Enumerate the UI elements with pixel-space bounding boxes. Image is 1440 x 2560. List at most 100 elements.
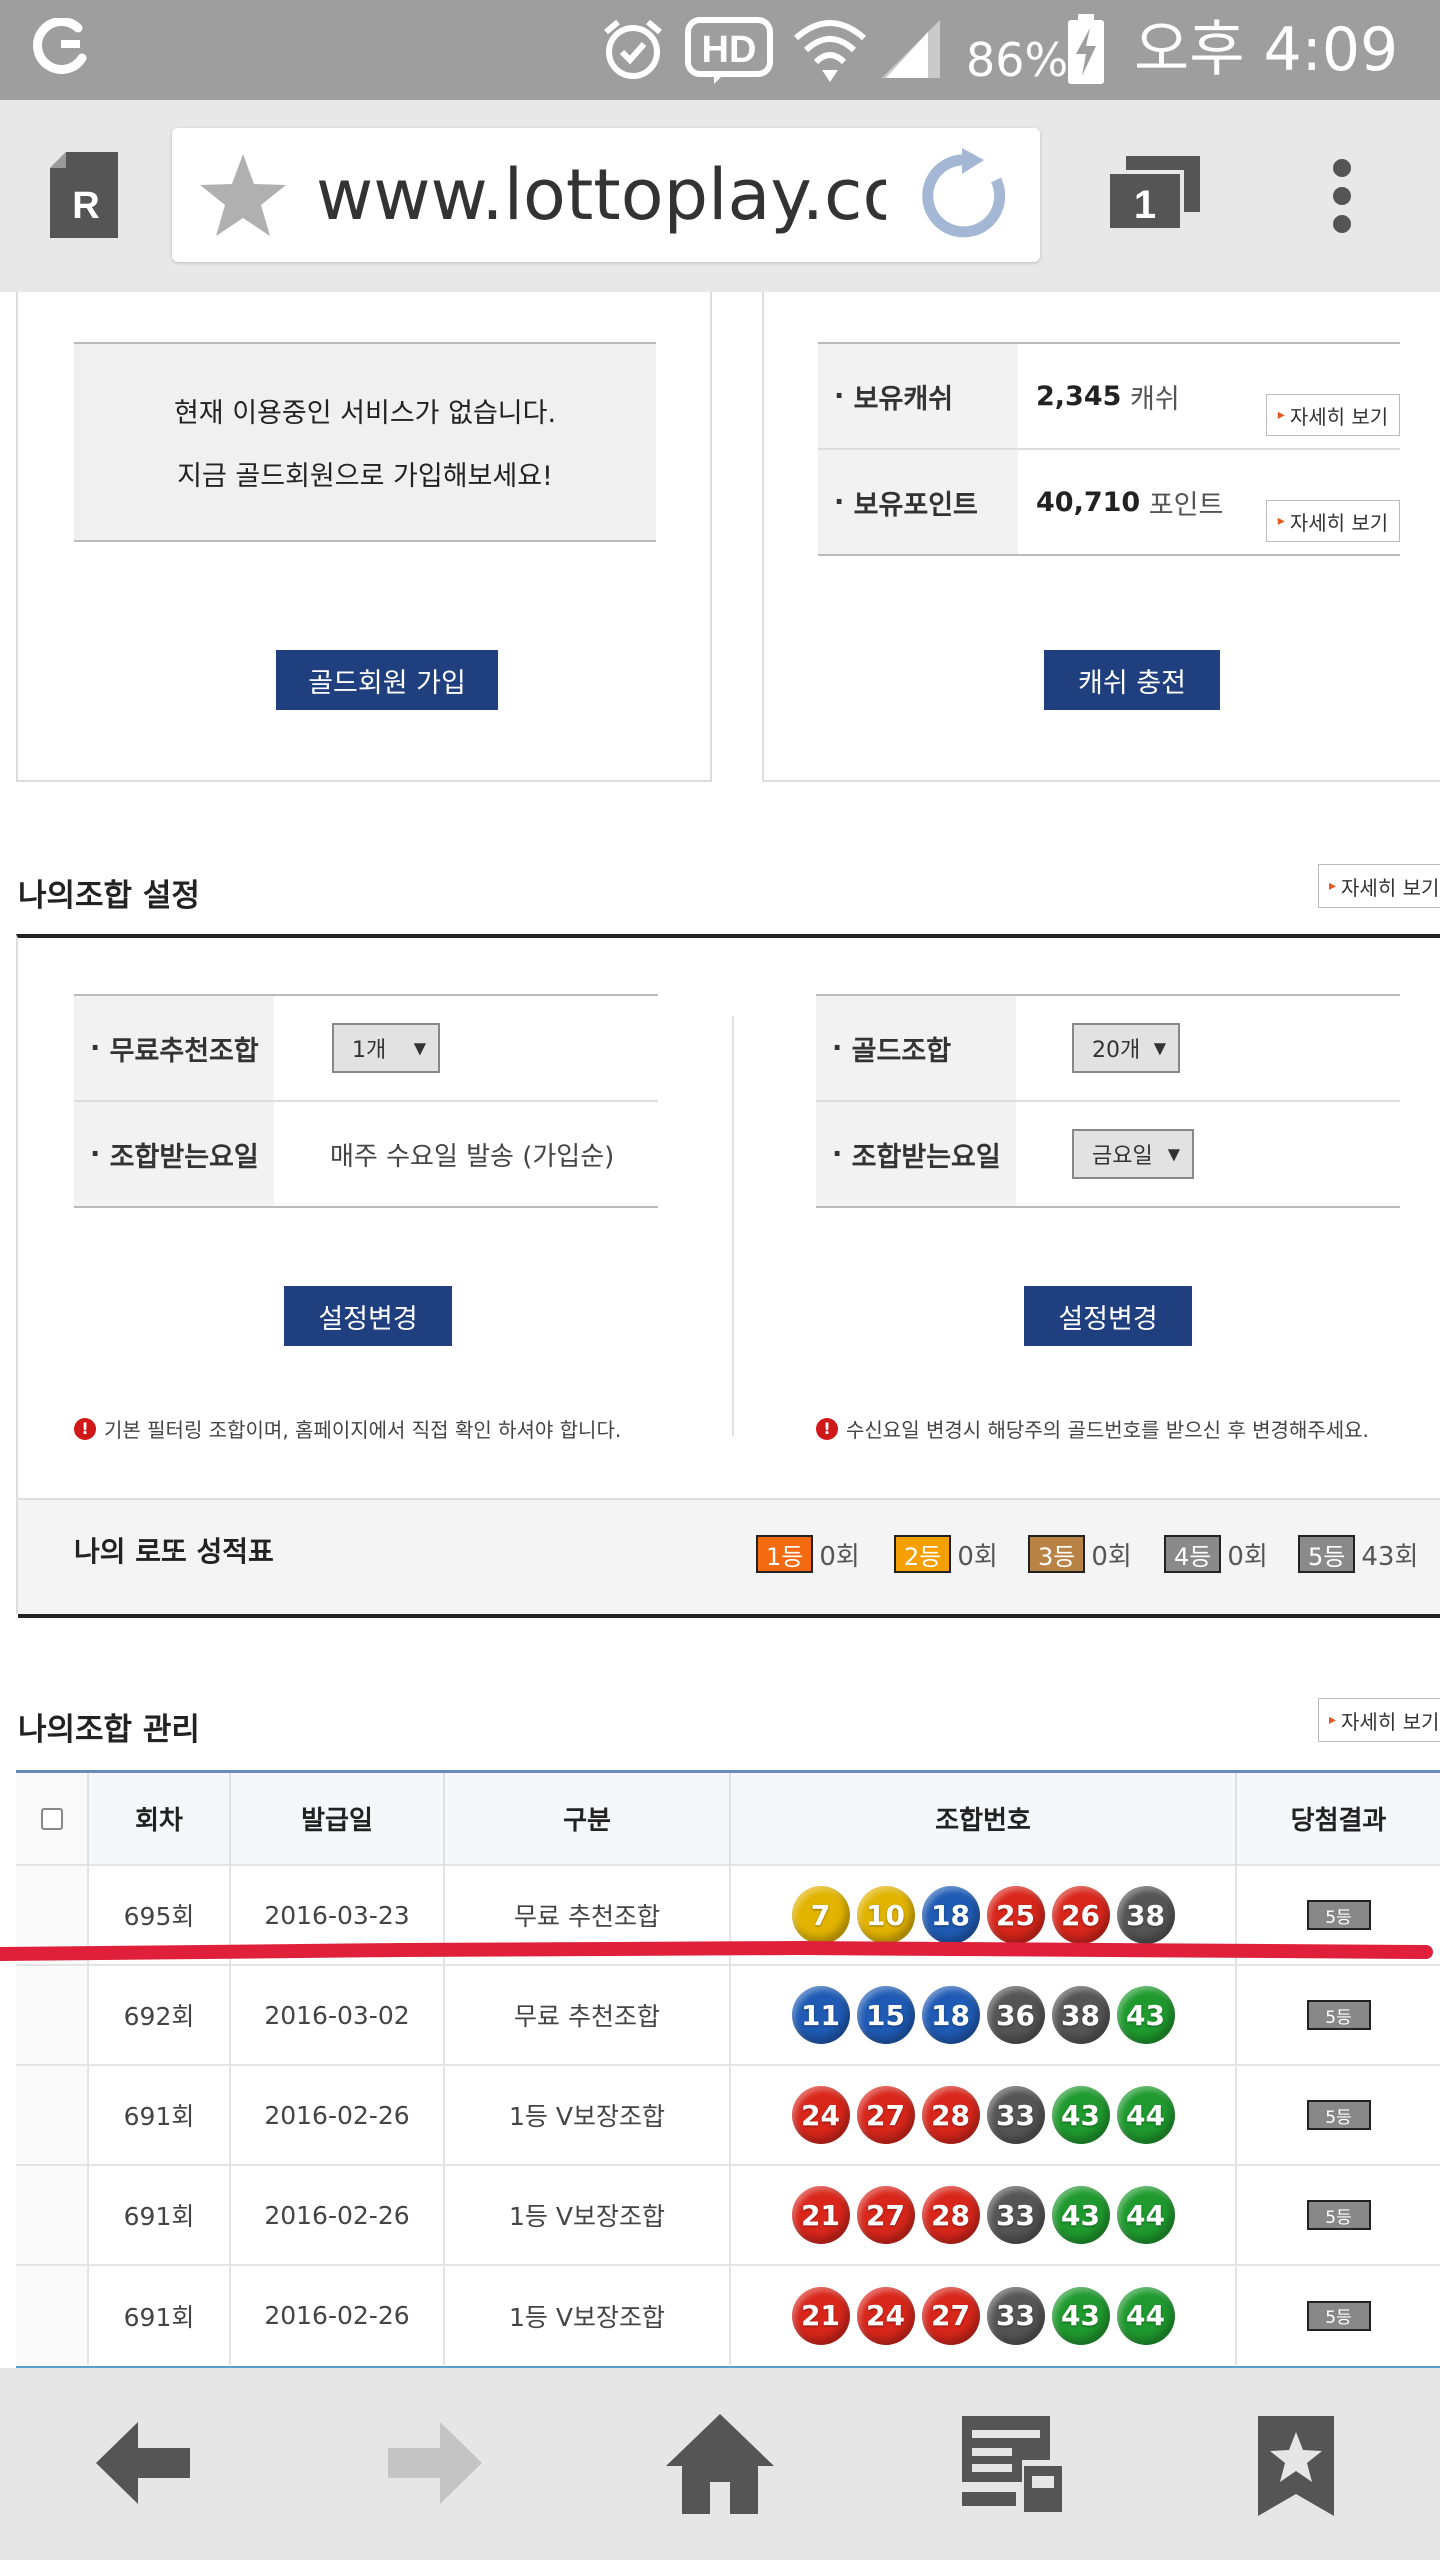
cash-detail-button[interactable]: ▸ 자세히 보기: [1266, 394, 1400, 436]
clock: 오후 4:09: [1134, 15, 1399, 85]
free-settings-change-button[interactable]: 설정변경: [284, 1286, 452, 1346]
table-row[interactable]: 691회 2016-02-26 1등 V보장조합 21 24 27 33 43 44 5등: [16, 2264, 1440, 2365]
url-text[interactable]: www.lottoplay.co.: [316, 153, 886, 237]
dropdown-caret-icon: ▼: [1153, 1038, 1166, 1058]
rank-badge: 2등: [894, 1535, 952, 1573]
gold-settings-change-button[interactable]: 설정변경: [1024, 1286, 1192, 1346]
url-bar[interactable]: www.lottoplay.co.: [172, 128, 1040, 262]
result-cell: 5등: [1236, 2164, 1440, 2265]
lotto-ball: 33: [986, 2186, 1045, 2244]
date-cell: 2016-03-02: [230, 1964, 445, 2065]
table-row[interactable]: 691회 2016-02-26 1등 V보장조합 21 27 28 33 43 44 5등: [16, 2164, 1440, 2265]
point-row: · 보유포인트 40,710 포인트 ▸ 자세히 보기: [818, 450, 1400, 556]
lotto-balls: 11 15 18 36 38 43: [731, 1986, 1235, 2044]
gold-member-join-button[interactable]: 골드회원 가입: [276, 650, 498, 710]
no-service-box: 현재 이용중인 서비스가 없습니다. 지금 골드회원으로 가입해보세요!: [74, 342, 656, 542]
combo-settings-detail-button[interactable]: ▸ 자세히 보기: [1318, 864, 1440, 908]
numbers-cell: 11 15 18 36 38 43: [730, 1964, 1237, 2065]
free-day-label: 조합받는요일: [109, 1141, 259, 1173]
col-date: 발급일: [230, 1773, 445, 1865]
lotto-ball: 27: [856, 2186, 915, 2244]
scorecard-title: 나의 로또 성적표: [74, 1535, 274, 1568]
free-settings-note: ! 기본 필터링 조합이며, 홈페이지에서 직접 확인 하셔야 합니다.: [74, 1414, 621, 1443]
cash-charge-button[interactable]: 캐쉬 충전: [1044, 650, 1220, 710]
gold-combo-select[interactable]: 20개 ▼: [1072, 1023, 1180, 1073]
type-cell: 1등 V보장조합: [444, 2164, 731, 2265]
result-cell: 5등: [1236, 1964, 1440, 2065]
back-arrow-icon[interactable]: [96, 2418, 192, 2508]
lotto-balls: 21 24 27 33 43 44: [731, 2286, 1235, 2345]
rank-count: 0회: [1227, 1541, 1268, 1572]
combo-management-detail-button[interactable]: ▸ 자세히 보기: [1318, 1698, 1440, 1742]
lotto-ball: 43: [1051, 2186, 1110, 2244]
lotto-ball: 18: [921, 1986, 980, 2044]
lotto-ball: 11: [791, 1986, 850, 2044]
home-icon[interactable]: [664, 2412, 776, 2516]
lotto-ball: 43: [1051, 2086, 1110, 2144]
svg-text:HD: HD: [702, 29, 757, 71]
point-detail-button[interactable]: ▸ 자세히 보기: [1266, 500, 1400, 542]
wifi-icon: [794, 20, 866, 82]
dropdown-caret-icon: ▼: [413, 1038, 426, 1058]
lotto-balls: 24 27 28 33 43 44: [731, 2086, 1235, 2144]
free-combo-select[interactable]: 1개 ▼: [332, 1023, 440, 1073]
free-combo-settings: · 무료추천조합 1개 ▼ · 조합받는요일 매주 수요일 발송 (가입순): [74, 994, 658, 1208]
bookmark-icon[interactable]: [1256, 2414, 1336, 2518]
lotto-ball: 33: [986, 2086, 1045, 2144]
bottom-navigation: [0, 2368, 1440, 2560]
no-service-message: 현재 이용중인 서비스가 없습니다.: [173, 398, 557, 429]
gold-day-select[interactable]: 금요일 ▼: [1072, 1129, 1194, 1179]
combo-management-table: 회차 발급일 구분 조합번호 당첨결과 695회 2016-03-23 무료 추천조…: [16, 1770, 1440, 2365]
free-day-row: · 조합받는요일 매주 수요일 발송 (가입순): [74, 1102, 658, 1208]
lotto-ball: 27: [921, 2286, 980, 2345]
wallet-table: · 보유캐쉬 2,345 캐쉬 ▸ 자세히 보기 · 보유포인트 40,710 포…: [818, 342, 1400, 556]
rank-count: 0회: [1091, 1541, 1132, 1572]
lotto-ball: 44: [1116, 2286, 1175, 2345]
col-round: 회차: [88, 1773, 231, 1865]
cash-label: 보유캐쉬: [853, 383, 954, 415]
svg-text:R: R: [72, 185, 99, 227]
round-cell: 691회: [88, 2264, 231, 2365]
result-badge: 5등: [1306, 2100, 1371, 2131]
rank-count: 43회: [1361, 1541, 1419, 1572]
rank-stat: 1등 0회: [756, 1535, 860, 1573]
select-all-cell: [16, 1773, 89, 1865]
point-label: 보유포인트: [853, 489, 978, 521]
alarm-icon: [604, 19, 662, 79]
gold-combo-settings: · 골드조합 20개 ▼ · 조합받는요일 금요일 ▼: [816, 994, 1400, 1208]
divider: [732, 1016, 734, 1436]
reader-icon[interactable]: R: [48, 152, 120, 240]
gold-day-row: · 조합받는요일 금요일 ▼: [816, 1102, 1400, 1208]
numbers-cell: 24 27 28 33 43 44: [730, 2064, 1237, 2165]
round-cell: 691회: [88, 2164, 231, 2265]
result-badge: 5등: [1306, 2200, 1371, 2231]
gold-combo-row: · 골드조합 20개 ▼: [816, 996, 1400, 1102]
table-row[interactable]: 692회 2016-03-02 무료 추천조합 11 15 18 36 38 43 5등: [16, 1964, 1440, 2065]
rank-badge: 1등: [756, 1535, 814, 1573]
tabs-icon[interactable]: 1: [1108, 156, 1200, 230]
numbers-cell: 21 27 28 33 43 44: [730, 2164, 1237, 2265]
rank-badge: 4등: [1164, 1535, 1222, 1573]
lotto-ball: 24: [791, 2086, 850, 2144]
service-panel: 현재 이용중인 서비스가 없습니다. 지금 골드회원으로 가입해보세요! 골드회…: [16, 292, 712, 782]
table-row[interactable]: 691회 2016-02-26 1등 V보장조합 24 27 28 33 43 44 5등: [16, 2064, 1440, 2165]
rank-stat: 2등 0회: [894, 1535, 998, 1573]
rank-stat: 3등 0회: [1028, 1535, 1132, 1573]
rank-badge: 3등: [1028, 1535, 1086, 1573]
numbers-cell: 21 24 27 33 43 44: [730, 2264, 1237, 2365]
battery-charging-icon: [1068, 14, 1104, 84]
row-select-cell: [16, 2264, 89, 2365]
forward-arrow-icon[interactable]: [386, 2418, 482, 2508]
lotto-ball: 33: [986, 2286, 1045, 2345]
row-select-cell: [16, 2164, 89, 2265]
reload-icon[interactable]: [918, 148, 1014, 244]
gold-combo-label: 골드조합: [851, 1035, 952, 1067]
menu-icon[interactable]: [1330, 158, 1354, 234]
lotto-ball: 28: [921, 2086, 980, 2144]
warning-icon: !: [816, 1417, 838, 1440]
dropdown-caret-icon: ▼: [1167, 1144, 1180, 1164]
tab-count: 1: [1134, 183, 1156, 227]
select-all-checkbox[interactable]: [40, 1808, 63, 1830]
reading-list-icon[interactable]: [962, 2416, 1062, 2514]
star-icon[interactable]: [198, 152, 288, 238]
